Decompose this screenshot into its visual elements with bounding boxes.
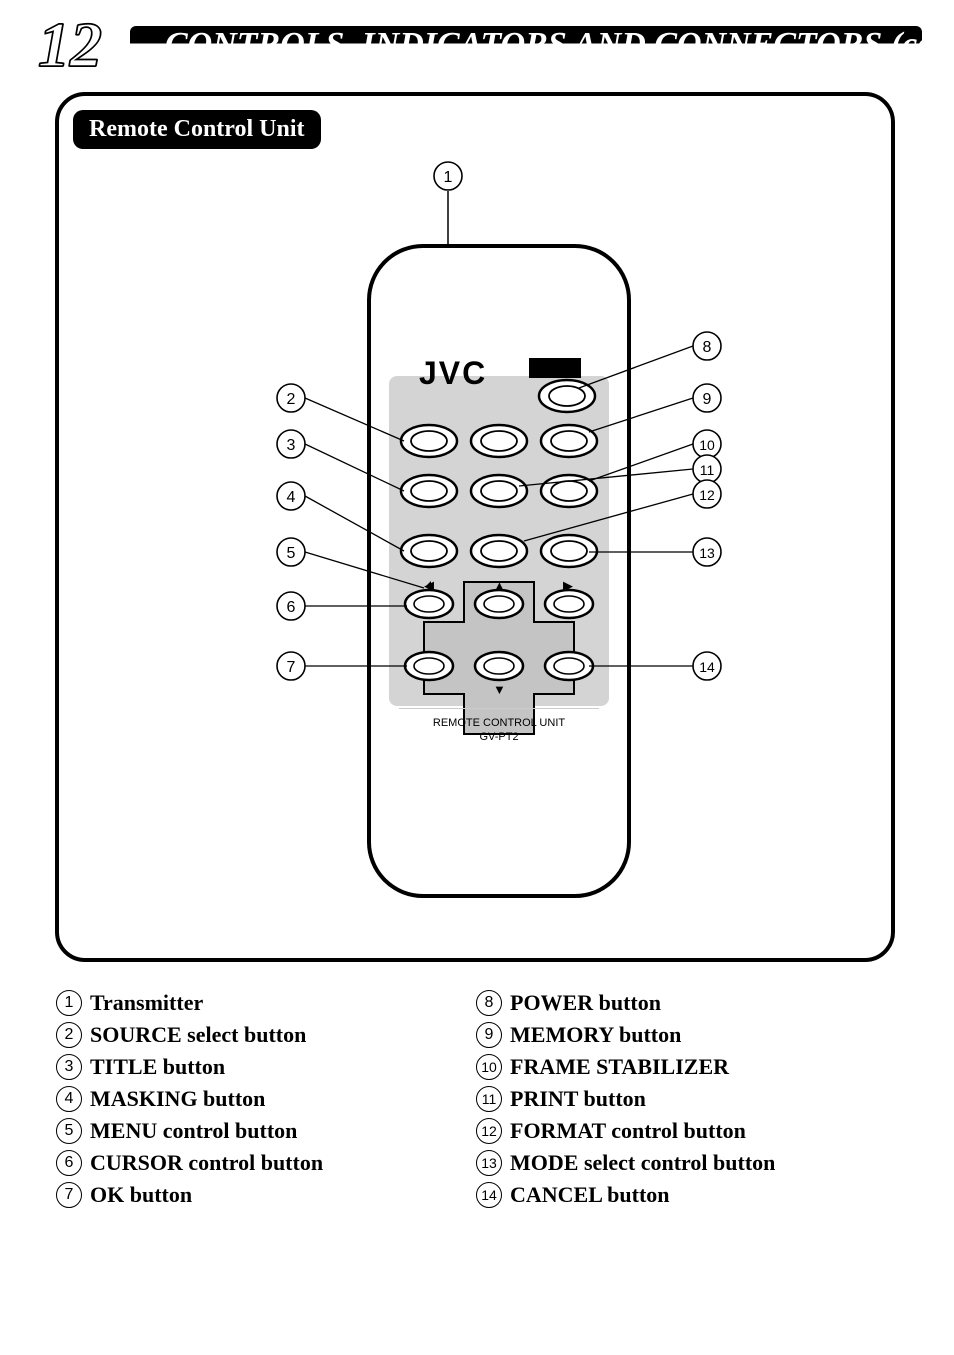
legend-item: 14CANCEL button	[476, 1182, 896, 1208]
legend-right: 8POWER button 9MEMORY button 10FRAME STA…	[476, 990, 896, 1214]
legend-item: 12FORMAT control button	[476, 1118, 896, 1144]
legend-item: 9MEMORY button	[476, 1022, 896, 1048]
legend-item: 2SOURCE select button	[56, 1022, 476, 1048]
legend-item: 13MODE select control button	[476, 1150, 896, 1176]
legend-item: 8POWER button	[476, 990, 896, 1016]
remote-diagram: JVC	[59, 96, 899, 966]
svg-text:10: 10	[699, 437, 715, 453]
svg-text:▶: ▶	[563, 578, 573, 593]
svg-text:REMOTE CONTROL UNIT: REMOTE CONTROL UNIT	[433, 717, 565, 729]
svg-text:4: 4	[287, 489, 296, 506]
page-number: 12	[38, 8, 102, 82]
brand-logo: JVC	[419, 355, 487, 391]
svg-text:6: 6	[287, 599, 296, 616]
svg-text:12: 12	[699, 487, 715, 503]
legend-item: 1Transmitter	[56, 990, 476, 1016]
legend-left: 1Transmitter 2SOURCE select button 3TITL…	[56, 990, 476, 1214]
diagram-panel: Remote Control Unit JVC	[55, 92, 895, 962]
legend-item: 11PRINT button	[476, 1086, 896, 1112]
svg-text:14: 14	[699, 659, 715, 675]
legend-item: 6CURSOR control button	[56, 1150, 476, 1176]
legend-item: 3TITLE button	[56, 1054, 476, 1080]
legend-item: 7OK button	[56, 1182, 476, 1208]
svg-text:◀: ◀	[424, 578, 434, 593]
svg-text:7: 7	[287, 659, 296, 676]
svg-text:3: 3	[287, 437, 296, 454]
svg-text:▲: ▲	[493, 578, 506, 593]
svg-text:11: 11	[700, 462, 715, 478]
header-title: CONTROLS, INDICATORS AND CONNECTORS (con…	[165, 26, 925, 64]
svg-text:2: 2	[287, 391, 296, 408]
legend-item: 10FRAME STABILIZER	[476, 1054, 896, 1080]
svg-text:13: 13	[699, 545, 715, 561]
svg-text:5: 5	[287, 545, 296, 562]
svg-text:8: 8	[703, 339, 712, 356]
legend-item: 5MENU control button	[56, 1118, 476, 1144]
legend-item: 4MASKING button	[56, 1086, 476, 1112]
manual-page: 12 CONTROLS, INDICATORS AND CONNECTORS (…	[0, 0, 954, 1355]
legend: 1Transmitter 2SOURCE select button 3TITL…	[56, 990, 896, 1214]
svg-text:1: 1	[444, 169, 453, 186]
svg-text:GV-PT2: GV-PT2	[479, 731, 518, 743]
svg-text:9: 9	[703, 391, 712, 408]
svg-text:▼: ▼	[493, 682, 506, 697]
